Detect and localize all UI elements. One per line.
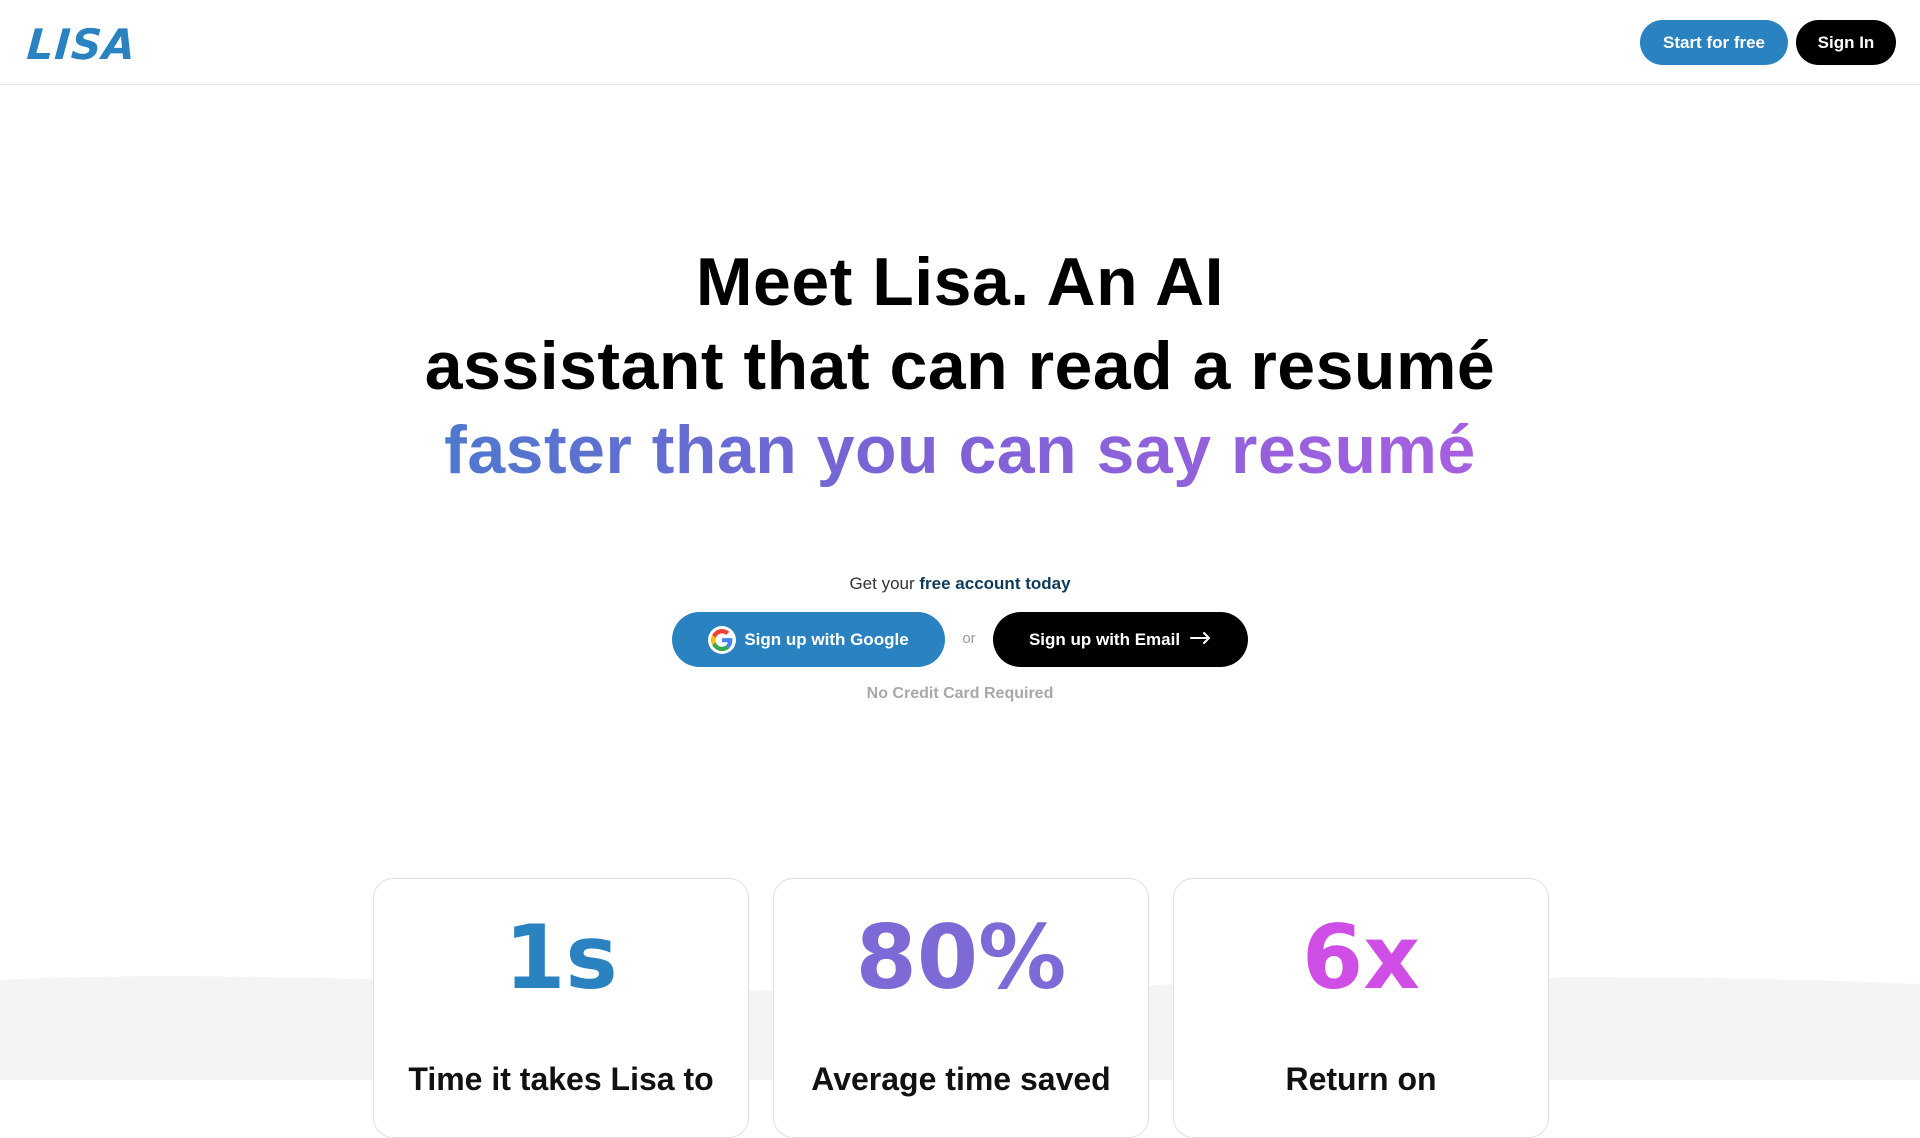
stat-card-2: 80% Average time saved: [773, 878, 1149, 1138]
hero-headline: Meet Lisa. An AI assistant that can read…: [0, 240, 1920, 492]
no-credit-card-note: No Credit Card Required: [866, 685, 1054, 702]
arrow-right-icon: [1190, 630, 1212, 650]
cta-label-bold: free account today: [919, 574, 1071, 593]
sign-up-email-label: Sign up with Email: [1028, 629, 1181, 649]
lisa-logo[interactable]: LISA: [25, 20, 138, 69]
stat-value-1: 1s: [504, 906, 618, 1009]
stat-card-1: 1s Time it takes Lisa to: [373, 878, 749, 1138]
stat-card-3: 6x Return on: [1173, 878, 1549, 1138]
sign-up-email-button[interactable]: Sign up with Email: [993, 612, 1248, 667]
cta-label: Get your free account today: [0, 574, 1920, 594]
cta-label-prefix: Get your: [849, 574, 915, 593]
or-separator: or: [962, 630, 976, 647]
top-nav: LISA Start for free Sign In: [0, 0, 1920, 85]
sign-in-button[interactable]: Sign In: [1796, 20, 1896, 65]
hero-line-3: faster than you can say resumé: [444, 408, 1476, 492]
stat-value-3: 6x: [1302, 906, 1420, 1009]
stat-value-2: 80%: [855, 906, 1067, 1009]
sign-up-google-label: Sign up with Google: [744, 629, 909, 649]
hero-line-1: Meet Lisa. An AI: [695, 244, 1225, 320]
hero-line-2: assistant that can read a resumé: [424, 328, 1496, 404]
start-for-free-button[interactable]: Start for free: [1640, 20, 1788, 65]
google-g-icon: [708, 625, 737, 654]
sign-up-google-button[interactable]: Sign up with Google: [672, 612, 945, 667]
